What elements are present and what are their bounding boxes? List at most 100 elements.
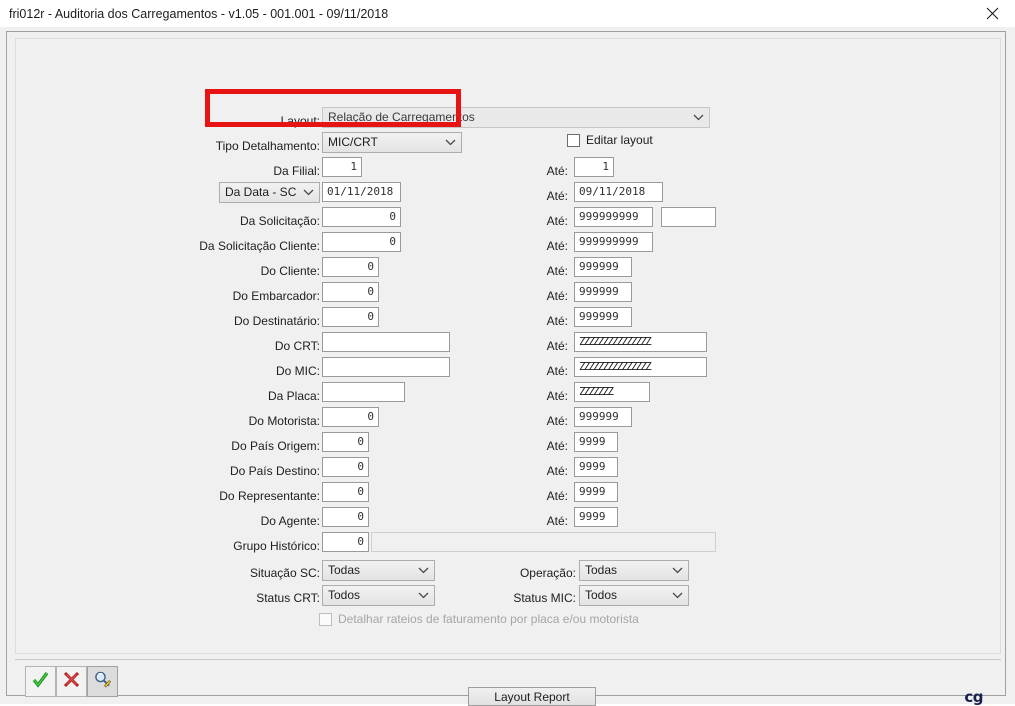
window-titlebar: fri012r - Auditoria dos Carregamentos - … [0, 0, 1015, 27]
editar-layout-label: Editar layout [586, 133, 653, 147]
do-pais-destino-ate-label: Até: [546, 464, 568, 478]
do-representante-ate-label: Até: [546, 489, 568, 503]
tipo-detalhamento-value: MIC/CRT [328, 135, 378, 149]
chevron-down-icon [303, 183, 314, 202]
da-solicitacao-cliente-from-input[interactable]: 0 [322, 232, 401, 252]
do-crt-label: Do CRT: [274, 339, 320, 353]
checkbox-box [567, 133, 580, 147]
chevron-down-icon [418, 586, 429, 605]
do-destinatario-label: Do Destinatário: [233, 314, 320, 328]
do-agente-ate-label: Até: [546, 514, 568, 528]
do-destinatario-ate-label: Até: [546, 314, 568, 328]
grupo-historico-from-input[interactable]: 0 [322, 532, 369, 552]
do-mic-from-input[interactable] [322, 357, 450, 377]
grupo-historico-label: Grupo Histórico: [233, 539, 320, 553]
da-data-sc-value: Da Data - SC [225, 185, 297, 199]
window-title: fri012r - Auditoria dos Carregamentos - … [9, 6, 389, 21]
do-motorista-label: Do Motorista: [248, 414, 320, 428]
do-agente-from-input[interactable]: 0 [322, 507, 369, 527]
chevron-down-icon [693, 108, 704, 127]
window-frame: Layout: Relação de Carregamentos Tipo De… [6, 31, 1006, 706]
da-solicitacao-label: Da Solicitação: [239, 214, 320, 228]
status-mic-select[interactable]: Todos [579, 585, 689, 606]
bottom-toolbar: Layout Report cg [15, 666, 1001, 706]
da-filial-label: Da Filial: [273, 164, 320, 178]
search-layout-button[interactable] [87, 666, 118, 697]
window-body: Layout: Relação de Carregamentos Tipo De… [0, 27, 1015, 706]
layout-report-button[interactable]: Layout Report [468, 687, 596, 706]
status-crt-value: Todos [328, 588, 361, 602]
detalhar-rateios-checkbox[interactable]: Detalhar rateios de faturamento por plac… [319, 612, 639, 626]
do-motorista-ate-label: Até: [546, 414, 568, 428]
da-solicitacao-extra-input[interactable] [661, 207, 716, 227]
da-solicitacao-to-input[interactable]: 999999999 [574, 207, 653, 227]
close-window-button[interactable] [969, 0, 1015, 27]
da-filial-to-input[interactable]: 1 [574, 157, 614, 177]
situacao-sc-select[interactable]: Todas [322, 560, 435, 581]
do-cliente-from-input[interactable]: 0 [322, 257, 379, 277]
status-crt-label: Status CRT: [256, 591, 320, 605]
do-pais-destino-to-input[interactable]: 9999 [574, 457, 618, 477]
do-crt-ate-label: Até: [546, 339, 568, 353]
do-cliente-label: Do Cliente: [260, 264, 320, 278]
close-icon [986, 7, 999, 20]
do-agente-label: Do Agente: [260, 514, 320, 528]
do-crt-from-input[interactable] [322, 332, 450, 352]
da-data-ate-label: Até: [546, 189, 568, 203]
do-pais-origem-from-input[interactable]: 0 [322, 432, 369, 452]
operacao-value: Todas [585, 563, 618, 577]
do-motorista-to-input[interactable]: 999999 [574, 407, 632, 427]
do-representante-to-input[interactable]: 9999 [574, 482, 618, 502]
status-mic-value: Todos [585, 588, 618, 602]
do-agente-to-input[interactable]: 9999 [574, 507, 618, 527]
cancel-button[interactable] [56, 666, 87, 697]
do-embarcador-from-input[interactable]: 0 [322, 282, 379, 302]
operacao-select[interactable]: Todas [579, 560, 689, 581]
da-data-sc-select[interactable]: Da Data - SC [219, 182, 320, 203]
do-destinatario-from-input[interactable]: 0 [322, 307, 379, 327]
confirm-button[interactable] [25, 666, 56, 697]
da-solicitacao-ate-label: Até: [546, 214, 568, 228]
da-filial-from-input[interactable]: 1 [322, 157, 362, 177]
da-placa-label: Da Placa: [267, 389, 320, 403]
editar-layout-checkbox[interactable]: Editar layout [567, 133, 653, 147]
do-embarcador-ate-label: Até: [546, 289, 568, 303]
do-motorista-from-input[interactable]: 0 [322, 407, 379, 427]
toolbar-divider [15, 659, 1001, 660]
da-data-from-input[interactable]: 01/11/2018 [322, 182, 401, 202]
do-pais-destino-label: Do País Destino: [229, 464, 320, 478]
situacao-sc-label: Situação SC: [249, 566, 320, 580]
status-crt-select[interactable]: Todos [322, 585, 435, 606]
layout-label: Layout: [280, 114, 320, 128]
do-mic-to-input[interactable]: ZZZZZZZZZZZZZZZ [574, 357, 707, 377]
detalhar-rateios-label: Detalhar rateios de faturamento por plac… [338, 612, 639, 626]
da-solicitacao-cliente-to-input[interactable]: 999999999 [574, 232, 653, 252]
tipo-detalhamento-select[interactable]: MIC/CRT [322, 132, 462, 153]
da-placa-from-input[interactable] [322, 382, 405, 402]
operacao-label: Operação: [519, 566, 576, 580]
da-data-to-input[interactable]: 09/11/2018 [574, 182, 663, 202]
situacao-sc-value: Todas [328, 563, 361, 577]
do-representante-from-input[interactable]: 0 [322, 482, 369, 502]
do-pais-destino-from-input[interactable]: 0 [322, 457, 369, 477]
magnifier-edit-icon [93, 670, 112, 694]
do-crt-to-input[interactable]: ZZZZZZZZZZZZZZZ [574, 332, 707, 352]
check-icon [31, 670, 50, 694]
layout-report-label: Layout Report [494, 689, 570, 704]
brand-logo: cg [964, 688, 983, 706]
do-cliente-to-input[interactable]: 999999 [574, 257, 632, 277]
layout-select-value: Relação de Carregamentos [328, 110, 475, 124]
do-mic-ate-label: Até: [546, 364, 568, 378]
da-placa-to-input[interactable]: ZZZZZZZ [574, 382, 650, 402]
grupo-historico-description-field [371, 532, 716, 552]
do-destinatario-to-input[interactable]: 999999 [574, 307, 632, 327]
da-placa-ate-label: Até: [546, 389, 568, 403]
do-pais-origem-ate-label: Até: [546, 439, 568, 453]
layout-select[interactable]: Relação de Carregamentos [322, 107, 710, 128]
do-cliente-ate-label: Até: [546, 264, 568, 278]
do-pais-origem-to-input[interactable]: 9999 [574, 432, 618, 452]
da-solicitacao-from-input[interactable]: 0 [322, 207, 401, 227]
chevron-down-icon [445, 133, 456, 152]
checkbox-box [319, 612, 332, 626]
do-embarcador-to-input[interactable]: 999999 [574, 282, 632, 302]
